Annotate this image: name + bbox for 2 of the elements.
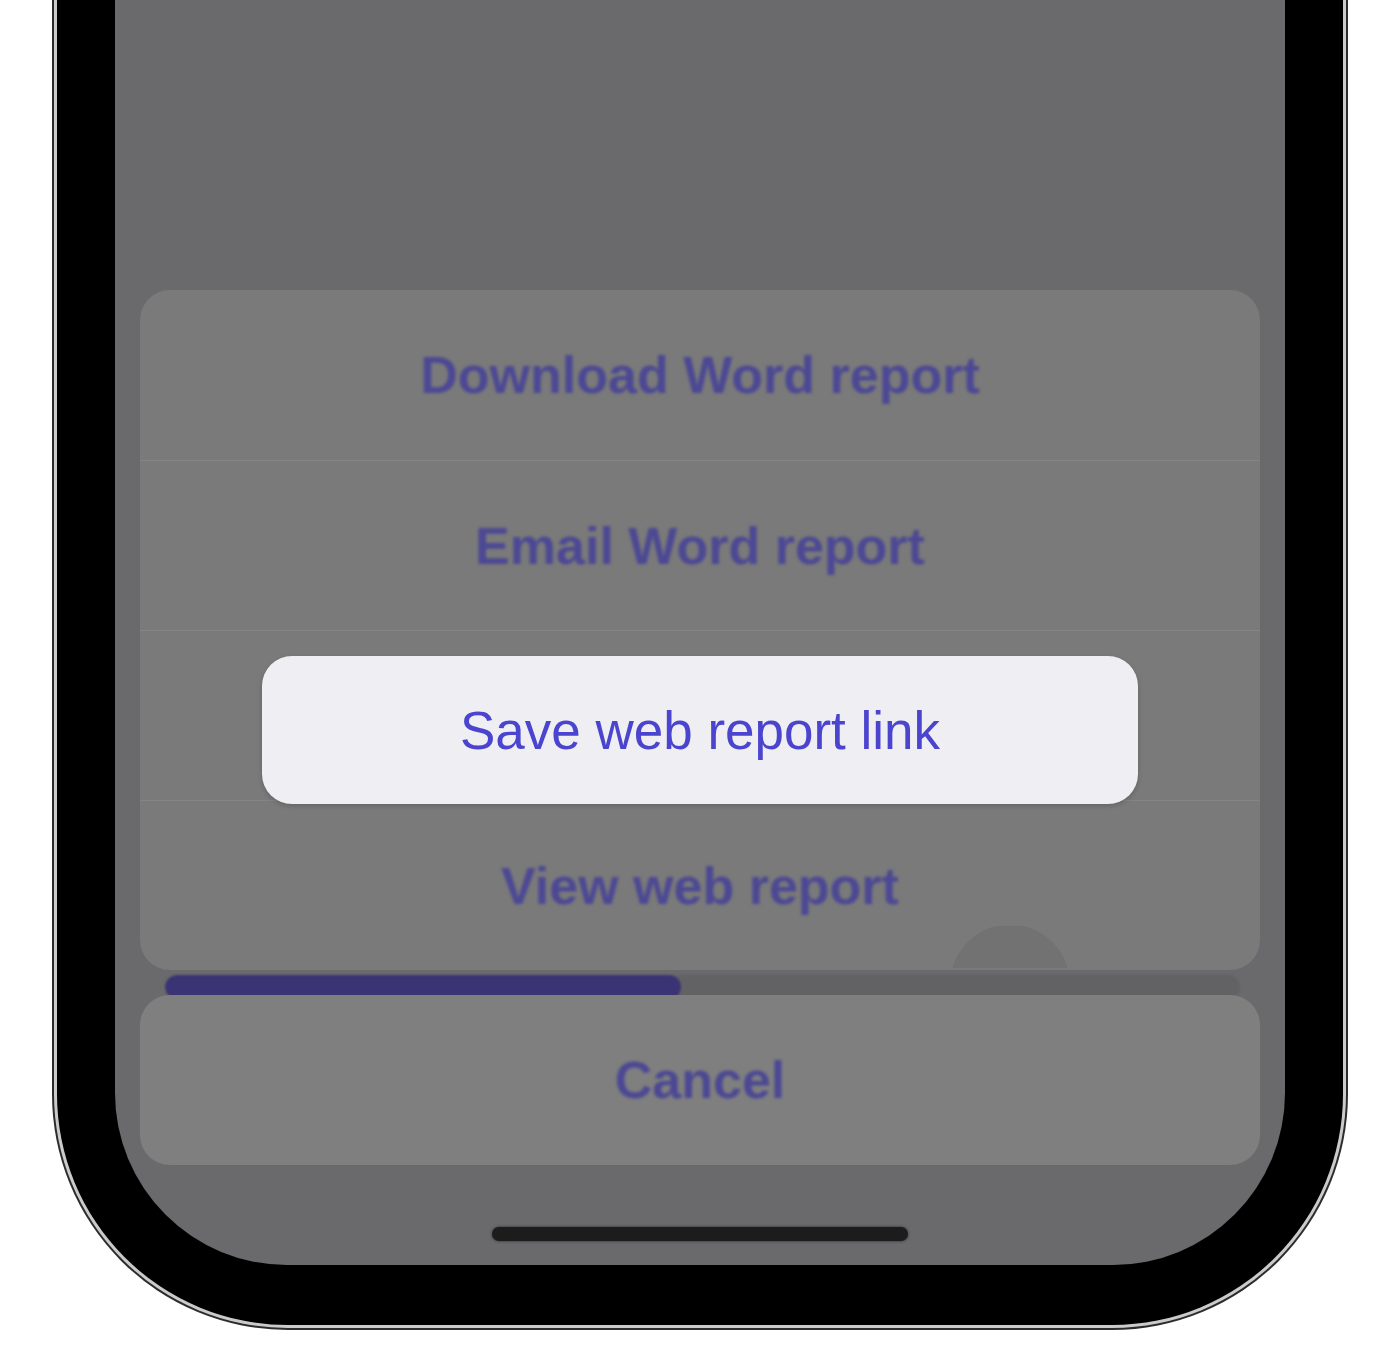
highlighted-action-button[interactable]: Save web report link: [262, 656, 1138, 804]
home-indicator[interactable]: [492, 1227, 908, 1241]
